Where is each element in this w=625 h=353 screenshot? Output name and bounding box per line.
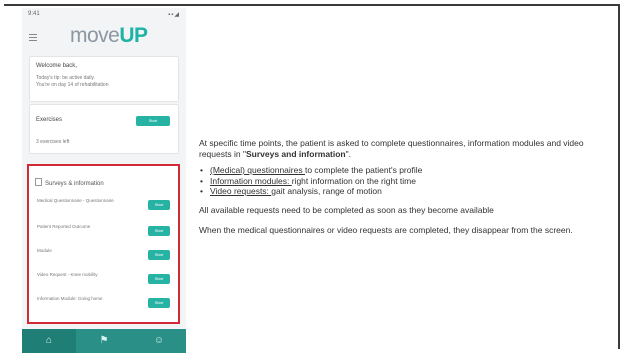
bullet-item: (Medical) questionnaires to complete the… — [199, 165, 614, 176]
survey-item[interactable]: Medical Questionnaire - Questionnaire St… — [35, 196, 172, 214]
status-time: 9:41 — [28, 11, 40, 17]
intro-end: ". — [345, 148, 352, 159]
survey-item-button[interactable]: Start — [148, 274, 170, 284]
surveys-and-information-panel: Surveys & information Medical Questionna… — [27, 164, 180, 324]
logo-prefix: move — [70, 24, 120, 47]
moveup-logo: moveUP — [70, 24, 148, 48]
welcome-line-3: You're on day 14 of rehabilitation — [36, 82, 109, 88]
surveys-title: Surveys & information — [35, 178, 104, 187]
bullet-item: Video requests: gait analysis, range of … — [199, 186, 614, 197]
exercises-card: Exercises Start 3 exercises left — [29, 104, 179, 154]
bullet-text: right information on the right time — [291, 175, 416, 186]
survey-item-button[interactable]: Start — [148, 298, 170, 308]
bullet-text: to complete the patient's profile — [304, 165, 423, 175]
bullet-text: gait analysis, range of motion — [271, 186, 382, 196]
survey-item-label: Medical Questionnaire - Questionnaire — [37, 198, 114, 203]
survey-item-label: Patient Reported Outcome — [37, 224, 91, 229]
survey-item[interactable]: Video Request - Knee mobility Start — [35, 270, 172, 288]
nav-profile-icon[interactable]: ☺ — [132, 329, 186, 353]
survey-item-label: Information Module: Going home — [37, 296, 103, 301]
nav-activity-icon[interactable]: ⚑ — [77, 329, 131, 353]
status-bar: 9:41 ▪▪◢ — [28, 11, 180, 21]
survey-item-button[interactable]: Start — [148, 250, 170, 260]
survey-item-button[interactable]: Start — [148, 200, 170, 210]
status-icons: ▪▪◢ — [168, 12, 180, 18]
nav-home-icon[interactable]: ⌂ — [22, 329, 76, 353]
completion-note: When the medical questionnaires or video… — [199, 225, 573, 235]
description-text: At specific time points, the patient is … — [199, 138, 614, 236]
bullet-key: Video requests: — [210, 186, 272, 196]
intro-paragraph: At specific time points, the patient is … — [199, 138, 614, 159]
survey-item-button[interactable]: Start — [148, 226, 170, 236]
survey-item[interactable]: Information Module: Going home Start — [35, 294, 172, 312]
exercises-title: Exercises — [36, 117, 63, 123]
bullet-item: Information modules: right information o… — [199, 176, 614, 187]
survey-item[interactable]: Patient Reported Outcome Start — [35, 222, 172, 240]
survey-item[interactable]: Module Start — [35, 246, 172, 264]
logo-suffix: UP — [119, 24, 148, 47]
welcome-line-2: Today's tip: be active daily. — [36, 75, 95, 81]
bullet-list: (Medical) questionnaires to complete the… — [199, 165, 614, 197]
requests-note: All available requests need to be comple… — [199, 204, 494, 215]
welcome-line-1: Welcome back, — [36, 63, 77, 69]
intro-bold: Surveys and information — [245, 148, 346, 159]
welcome-card: Welcome back, Today's tip: be active dai… — [29, 56, 179, 102]
bottom-navigation: ⌂ ⚑ ☺ — [22, 329, 186, 353]
survey-item-label: Video Request - Knee mobility — [37, 272, 98, 277]
exercises-start-button[interactable]: Start — [136, 116, 170, 126]
bullet-key: (Medical) questionnaires — [210, 165, 305, 175]
phone-screenshot: 9:41 ▪▪◢ moveUP Welcome back, Today's ti… — [22, 8, 186, 353]
bullet-key: Information modules: — [210, 175, 292, 186]
hamburger-menu-icon[interactable] — [29, 34, 37, 43]
survey-item-label: Module — [37, 248, 52, 253]
exercises-subtitle: 3 exercises left — [36, 139, 70, 145]
